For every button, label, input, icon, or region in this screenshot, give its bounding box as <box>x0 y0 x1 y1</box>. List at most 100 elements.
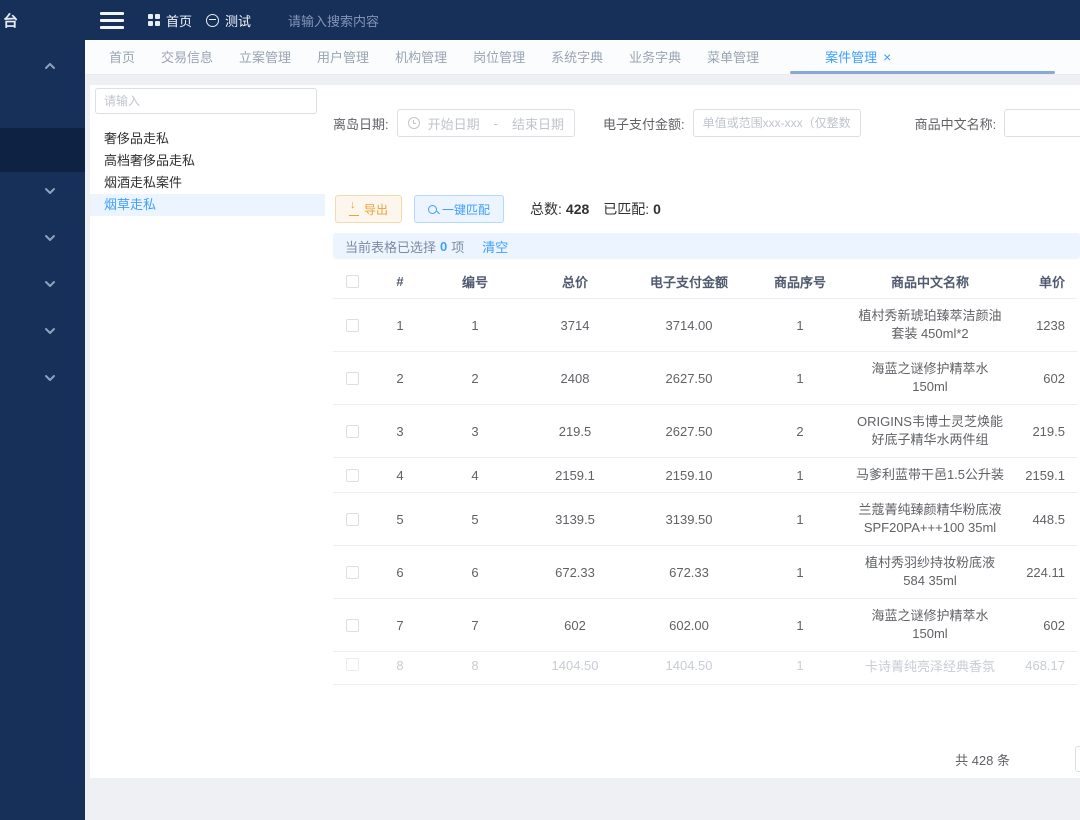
topbar-home-link[interactable]: 首页 <box>148 0 192 40</box>
row-checkbox-cell <box>333 299 371 352</box>
clear-selection-link[interactable]: 清空 <box>482 237 508 256</box>
cell-total: 3714 <box>521 299 629 352</box>
tree-item-1[interactable]: 奢侈品走私 <box>90 128 325 150</box>
date-range-picker[interactable]: 开始日期 - 结束日期 <box>397 109 575 137</box>
content-card: 奢侈品走私高档奢侈品走私烟酒走私案件烟草走私 离岛日期: 开始日期 - 结束日期… <box>90 85 1080 778</box>
cell-total: 2408 <box>521 352 629 405</box>
row-checkbox-cell <box>333 652 371 685</box>
row-checkbox[interactable] <box>346 469 359 482</box>
chevron-down-icon[interactable] <box>42 370 58 386</box>
topbar-test-tag[interactable]: 测试 <box>206 0 251 40</box>
row-checkbox-cell <box>333 458 371 493</box>
cell-index: 6 <box>371 546 429 599</box>
tree-item-3[interactable]: 烟酒走私案件 <box>90 172 325 194</box>
selection-prefix: 当前表格已选择 <box>345 237 436 256</box>
cell-seq: 1 <box>749 299 851 352</box>
cell-code: 5 <box>429 493 521 546</box>
amount-filter-label: 电子支付金额: <box>603 114 685 133</box>
cell-epay: 3714.00 <box>629 299 749 352</box>
tab-10[interactable]: 案件管理× <box>825 40 891 75</box>
table-row: 33219.52627.502ORIGINS韦博士灵芝焕能好底子精华水两件组21… <box>333 405 1077 458</box>
tab-7[interactable]: 系统字典 <box>551 40 603 75</box>
cell-code: 4 <box>429 458 521 493</box>
tab-6[interactable]: 岗位管理 <box>473 40 525 75</box>
total-label: 总数: <box>530 201 562 217</box>
tab-8[interactable]: 业务字典 <box>629 40 681 75</box>
product-name-filter-input[interactable] <box>1004 109 1080 137</box>
cell-name: 马爹利蓝带干邑1.5公升装 <box>851 458 1009 493</box>
cell-name: 兰蔻菁纯臻颜精华粉底液SPF20PA+++100 35ml <box>851 493 1009 546</box>
tab-5[interactable]: 机构管理 <box>395 40 447 75</box>
cell-name: 海蓝之谜修护精萃水 150ml <box>851 352 1009 405</box>
row-checkbox[interactable] <box>346 658 359 671</box>
tab-9[interactable]: 菜单管理 <box>707 40 759 75</box>
tab-label: 系统字典 <box>551 40 603 75</box>
total-value: 428 <box>566 201 589 217</box>
cell-index: 7 <box>371 599 429 652</box>
cell-epay: 1404.50 <box>629 652 749 685</box>
row-checkbox[interactable] <box>346 619 359 632</box>
tab-3[interactable]: 立案管理 <box>239 40 291 75</box>
table-body: 1137143714.001植村秀新琥珀臻萃洁颜油套装 450ml*212382… <box>333 299 1077 685</box>
menu-collapse-icon[interactable] <box>100 12 124 29</box>
row-checkbox[interactable] <box>346 513 359 526</box>
tab-4[interactable]: 用户管理 <box>317 40 369 75</box>
export-button-label: 导出 <box>364 201 388 218</box>
chevron-down-icon[interactable] <box>42 323 58 339</box>
cell-seq: 1 <box>749 599 851 652</box>
chevron-up-icon[interactable] <box>42 58 58 74</box>
row-checkbox[interactable] <box>346 319 359 332</box>
tab-2[interactable]: 交易信息 <box>161 40 213 75</box>
cell-code: 7 <box>429 599 521 652</box>
cell-seq: 1 <box>749 458 851 493</box>
column-header-index: # <box>371 265 429 299</box>
row-checkbox[interactable] <box>346 566 359 579</box>
one-key-match-button[interactable]: 一键匹配 <box>414 195 504 223</box>
cell-seq: 1 <box>749 493 851 546</box>
tab-label: 立案管理 <box>239 40 291 75</box>
match-stats: 总数:428已匹配:0 <box>530 199 661 219</box>
table-row: 881404.501404.501卡诗菁纯亮泽经典香氛468.17 <box>333 652 1077 685</box>
select-all-checkbox[interactable] <box>346 275 359 288</box>
app-screen: 台 首页 测试 请输入搜索内容 <box>0 0 1080 820</box>
cell-unit: 219.5 <box>1009 405 1077 458</box>
pagination-total: 共 428 条 <box>955 750 1010 769</box>
cell-index: 5 <box>371 493 429 546</box>
cell-index: 8 <box>371 652 429 685</box>
row-checkbox-cell <box>333 405 371 458</box>
cell-epay: 672.33 <box>629 546 749 599</box>
tab-close-icon[interactable]: × <box>883 50 891 64</box>
topbar-home-label: 首页 <box>166 11 192 30</box>
selection-suffix: 项 <box>451 237 464 256</box>
cell-name: 植村秀新琥珀臻萃洁颜油套装 450ml*2 <box>851 299 1009 352</box>
export-button[interactable]: 导出 <box>335 195 402 223</box>
date-separator: - <box>494 116 498 131</box>
cell-unit: 2159.1 <box>1009 458 1077 493</box>
row-checkbox[interactable] <box>346 372 359 385</box>
tab-label: 岗位管理 <box>473 40 525 75</box>
tree-search-input[interactable] <box>95 88 317 114</box>
product-name-filter-label: 商品中文名称: <box>915 114 997 133</box>
cell-code: 6 <box>429 546 521 599</box>
tree-item-4[interactable]: 烟草走私 <box>90 194 325 216</box>
row-checkbox-cell <box>333 546 371 599</box>
selection-alert: 当前表格已选择 0 项 清空 <box>333 233 1080 259</box>
filter-row: 离岛日期: 开始日期 - 结束日期 电子支付金额: 商品中文名称: <box>330 109 1080 137</box>
main-panel: 离岛日期: 开始日期 - 结束日期 电子支付金额: 商品中文名称: 导出 <box>330 85 1080 778</box>
one-key-match-label: 一键匹配 <box>442 201 490 218</box>
cell-epay: 3139.50 <box>629 493 749 546</box>
row-checkbox[interactable] <box>346 425 359 438</box>
chevron-down-icon[interactable] <box>42 183 58 199</box>
sidebar-active-item[interactable] <box>0 128 85 172</box>
cell-epay: 2159.10 <box>629 458 749 493</box>
tab-1[interactable]: 首页 <box>109 40 135 75</box>
chevron-down-icon[interactable] <box>42 230 58 246</box>
tree-item-2[interactable]: 高档奢侈品走私 <box>90 150 325 172</box>
date-filter-label: 离岛日期: <box>333 114 389 133</box>
chevron-down-icon[interactable] <box>42 276 58 292</box>
cell-total: 3139.5 <box>521 493 629 546</box>
global-search-input[interactable]: 请输入搜索内容 <box>288 0 379 40</box>
page-size-select[interactable] <box>1075 746 1080 772</box>
amount-filter-input[interactable] <box>693 109 861 137</box>
cell-epay: 602.00 <box>629 599 749 652</box>
